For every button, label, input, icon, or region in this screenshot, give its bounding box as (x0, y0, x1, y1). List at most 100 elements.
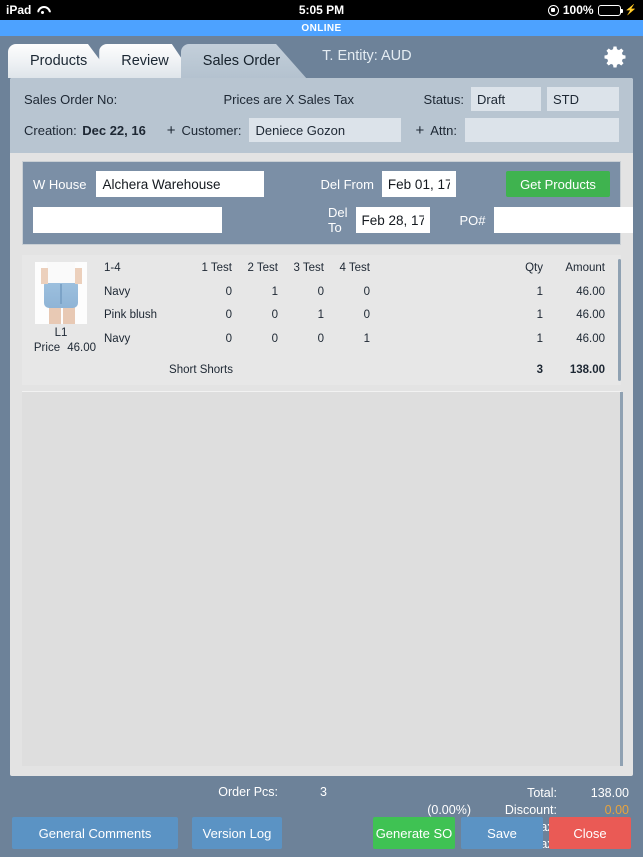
del-to-field[interactable] (355, 207, 430, 233)
row-color-label: Pink blush (104, 309, 158, 321)
action-button-bar: General Comments Version Log Generate SO… (0, 817, 643, 849)
w-house-label: W House (33, 176, 87, 192)
discount-line: (0.00%) Discount: 0.00 (413, 801, 629, 818)
prices-tax-note: Prices are X Sales Tax (223, 91, 355, 107)
line-items-table-container: L1 Price 46.00 1-4 1 Test 2 Test 3 Test … (22, 255, 621, 385)
qty-header: Qty (525, 262, 543, 274)
product-image-cell[interactable]: L1 Price 46.00 (22, 261, 100, 355)
po-number-label: PO# (459, 212, 486, 228)
save-button[interactable]: Save (461, 817, 543, 849)
device-name-label: iPad (6, 3, 32, 17)
sales-order-no-label: Sales Order No: (24, 91, 118, 107)
add-attn-icon[interactable]: + (415, 122, 424, 139)
version-log-button[interactable]: Version Log (192, 817, 282, 849)
gear-icon[interactable] (601, 43, 629, 71)
tab-sales-order-label: Sales Order (202, 53, 281, 69)
empty-items-area[interactable] (22, 391, 623, 766)
row-size-qty[interactable]: 0 (288, 285, 334, 309)
row-size-qty[interactable]: 0 (196, 308, 242, 332)
sales-order-panel: Sales Order No: Prices are X Sales Tax S… (10, 78, 633, 776)
trading-entity-label: T. Entity: AUD (322, 48, 412, 64)
rotation-lock-icon (547, 4, 559, 16)
row-size-qty[interactable]: 1 (242, 285, 288, 309)
row-size-qty[interactable]: 1 (334, 332, 380, 356)
line-total-qty: 3 (536, 364, 543, 376)
row-qty: 1 (536, 332, 543, 345)
order-pcs-value: 3 (320, 785, 327, 799)
line-item-total-row: Short Shorts 3 138.00 (22, 355, 621, 377)
tab-review-label: Review (121, 53, 169, 69)
size-header-4: 4 Test (339, 262, 370, 274)
charging-bolt-icon: ⚡ (624, 4, 637, 16)
po-number-field[interactable] (493, 207, 633, 233)
customer-field[interactable] (249, 118, 402, 142)
warehouse-row-2: Del To PO# (33, 205, 633, 235)
attn-label: Attn: (430, 122, 457, 138)
del-from-label: Del From (320, 176, 374, 192)
row-amount: 46.00 (576, 309, 605, 321)
ios-status-bar: iPad 5:05 PM 100% ⚡ (0, 0, 643, 20)
tab-products-label: Products (30, 53, 88, 69)
table-row[interactable]: Navy 0 0 0 1 1 46.00 (22, 332, 621, 356)
add-customer-icon[interactable]: + (167, 122, 176, 139)
size-range-label: 1-4 (104, 262, 121, 274)
w-house-field[interactable] (96, 171, 265, 197)
line-total-amount: 138.00 (569, 364, 605, 376)
size-header-1: 1 Test (201, 262, 232, 274)
tab-sales-order[interactable]: Sales Order (180, 44, 307, 78)
order-header-row-1: Sales Order No: Prices are X Sales Tax S… (24, 86, 619, 112)
product-name-label: Short Shorts (169, 364, 233, 376)
row-size-qty[interactable]: 0 (288, 332, 334, 356)
online-status-bar: ONLINE (0, 20, 643, 36)
table-row[interactable]: Pink blush 0 0 1 0 1 46.00 (22, 308, 621, 332)
tab-products[interactable]: Products (8, 44, 114, 78)
row-qty: 1 (536, 309, 543, 321)
price-value: 46.00 (67, 342, 96, 354)
row-size-qty[interactable]: 1 (288, 308, 334, 332)
w-house-secondary-field[interactable] (33, 207, 222, 233)
row-size-qty[interactable]: 0 (242, 332, 288, 356)
amount-header: Amount (565, 262, 605, 274)
row-size-qty[interactable]: 0 (196, 285, 242, 309)
total-value: 138.00 (590, 785, 629, 800)
attn-field[interactable] (465, 118, 619, 142)
size-header-3: 3 Test (293, 262, 324, 274)
del-to-label: Del To (328, 205, 348, 235)
battery-icon (597, 4, 624, 16)
del-from-field[interactable] (381, 171, 456, 197)
table-header-row: L1 Price 46.00 1-4 1 Test 2 Test 3 Test … (22, 261, 621, 354)
order-header-row-2: Creation: Dec 22, 16 + Customer: + Attn: (24, 117, 619, 143)
row-amount: 46.00 (576, 285, 605, 298)
status-type-field[interactable] (547, 87, 619, 111)
status-field[interactable] (471, 87, 541, 111)
creation-date-value: Dec 22, 16 (82, 122, 146, 138)
size-header-2: 2 Test (247, 262, 278, 274)
row-size-qty[interactable]: 0 (196, 332, 242, 356)
total-line: Total: 138.00 (413, 784, 629, 801)
row-size-qty[interactable]: 0 (334, 308, 380, 332)
row-color-label: Navy (104, 285, 131, 298)
general-comments-button[interactable]: General Comments (12, 817, 178, 849)
close-button[interactable]: Close (549, 817, 631, 849)
product-price-row: Price 46.00 (22, 339, 100, 354)
get-products-button[interactable]: Get Products (506, 171, 610, 197)
row-qty: 1 (536, 285, 543, 298)
price-label: Price (33, 342, 61, 354)
warehouse-section: W House Del From Get Products Del To PO# (22, 161, 633, 245)
table-row[interactable]: Navy 0 1 0 0 1 46.00 (22, 285, 621, 309)
empty-area-scrollbar[interactable] (620, 392, 623, 766)
line-items-table: L1 Price 46.00 1-4 1 Test 2 Test 3 Test … (22, 261, 621, 377)
wifi-icon (36, 5, 48, 15)
generate-so-button[interactable]: Generate SO (373, 817, 455, 849)
discount-value[interactable]: 0.00 (567, 803, 629, 817)
creation-label: Creation: (24, 122, 77, 138)
row-size-qty[interactable]: 0 (242, 308, 288, 332)
order-pcs-label: Order Pcs: (218, 785, 279, 799)
customer-label: Customer: (181, 122, 242, 138)
row-color-label: Navy (104, 332, 131, 345)
discount-percent: (0.00%) (427, 802, 471, 817)
line-items-wrapper: L1 Price 46.00 1-4 1 Test 2 Test 3 Test … (10, 255, 633, 776)
items-scrollbar[interactable] (618, 259, 621, 381)
row-size-qty[interactable]: 0 (334, 285, 380, 309)
battery-percent-label: 100% (562, 3, 594, 17)
